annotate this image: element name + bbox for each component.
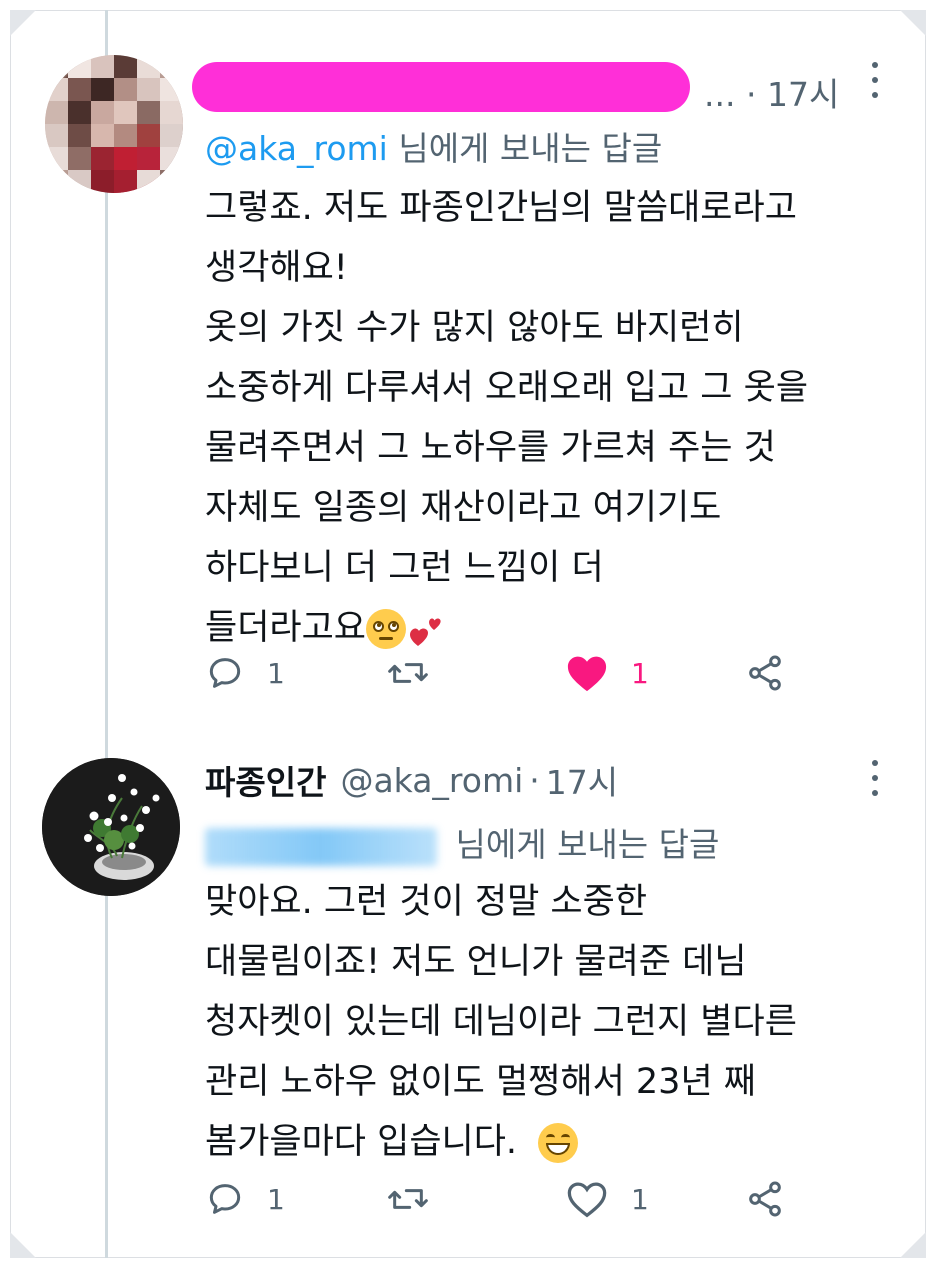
retweet-icon [388,1189,428,1209]
tweet-text-line: 옷의 가짓 수가 많지 않아도 바지런히 [205,308,744,348]
like-count: 1 [631,656,649,690]
like-count: 1 [631,1182,649,1216]
reply-icon [209,658,241,688]
reply-count: 1 [267,656,285,690]
more-options-icon[interactable] [870,62,880,98]
like-button[interactable]: 1 [565,650,649,696]
replying-to-label: 님에게 보내는 답글 [398,129,663,168]
blurred-mention [205,827,437,866]
more-options-icon[interactable] [870,760,880,796]
tweet-text-line: 맞아요. 그런 것이 정말 소중한 [205,882,648,922]
name-truncation: ... [704,75,736,114]
timestamp[interactable]: 17시 [767,75,839,114]
tweet-reply[interactable]: ... · 17시 @aka_romi 님에게 보내는 답글 그렇죠. 저도 파… [0,0,936,740]
share-icon [749,1181,781,1217]
handle[interactable]: @aka_romi [340,761,523,800]
timestamp[interactable]: 17시 [546,756,618,804]
grinning-emoji-icon [538,1123,579,1163]
separator-dot: · [745,75,757,114]
tweet-text-line-last: 들더라고요 [205,598,808,658]
display-name[interactable]: 파종인간 [205,756,326,804]
retweet-icon [388,663,428,683]
rolling-eyes-emoji-icon [366,609,407,649]
reply-button[interactable]: 1 [205,650,285,696]
tweet-reply[interactable]: 파종인간 @aka_romi · 17시 님에게 보내는 답글 맞아요. 그런 … [0,740,936,1258]
reply-count: 1 [267,1182,285,1216]
tweet-text-line: 자체도 일종의 재산이라고 여기기도 [205,488,722,528]
reply-button[interactable]: 1 [205,1176,285,1222]
tweet-text-line: 하다보니 더 그런 느낌이 더 [205,548,604,588]
avatar[interactable] [42,758,180,896]
tweet-text-line-last: 봄가을마다 입습니다. [205,1112,797,1172]
tweet-text-line: 대물림이죠! 저도 언니가 물려준 데님 [205,942,747,982]
share-icon [749,655,781,691]
replying-to: 님에게 보내는 답글 [205,818,719,866]
retweet-button[interactable] [385,1176,453,1222]
replying-to: @aka_romi 님에게 보내는 답글 [205,122,662,170]
tweet-text-line: 관리 노하우 없이도 멀쩡해서 23년 째 [205,1062,756,1102]
tweet-meta: ... · 17시 [704,68,839,116]
tweet-text: 맞아요. 그런 것이 정말 소중한 대물림이죠! 저도 언니가 물려준 데님 청… [205,872,797,1172]
reply-icon [209,1184,241,1214]
tweet-text-line: 그렇죠. 저도 파종인간님의 말씀대로라고 [205,188,797,228]
tweet-text-line: 청자켓이 있는데 데님이라 그런지 별다른 [205,1002,797,1042]
tweet-text-line: 물려주면서 그 노하우를 가르쳐 주는 것 [205,428,776,468]
tweet-actions: 1 1 [205,1176,805,1222]
replying-to-label: 님에게 보내는 답글 [455,825,720,864]
tweet-actions: 1 1 [205,650,805,696]
tweet-header: 파종인간 @aka_romi · 17시 [205,760,618,803]
avatar[interactable] [45,55,183,193]
censored-display-name [192,62,690,112]
share-button[interactable] [745,650,785,696]
separator-dot: · [529,760,540,800]
heart-outline-icon [567,1182,607,1218]
two-hearts-emoji-icon [406,609,446,649]
heart-filled-icon [567,656,607,692]
retweet-button[interactable] [385,650,453,696]
tweet-text: 그렇죠. 저도 파종인간님의 말씀대로라고 생각해요! 옷의 가짓 수가 많지 … [205,178,808,658]
like-button[interactable]: 1 [565,1176,649,1222]
tweet-text-line: 생각해요! [205,248,348,288]
share-button[interactable] [745,1176,785,1222]
mention-link[interactable]: @aka_romi [205,129,388,168]
tweet-text-line: 소중하게 다루셔서 오래오래 입고 그 옷을 [205,368,809,408]
